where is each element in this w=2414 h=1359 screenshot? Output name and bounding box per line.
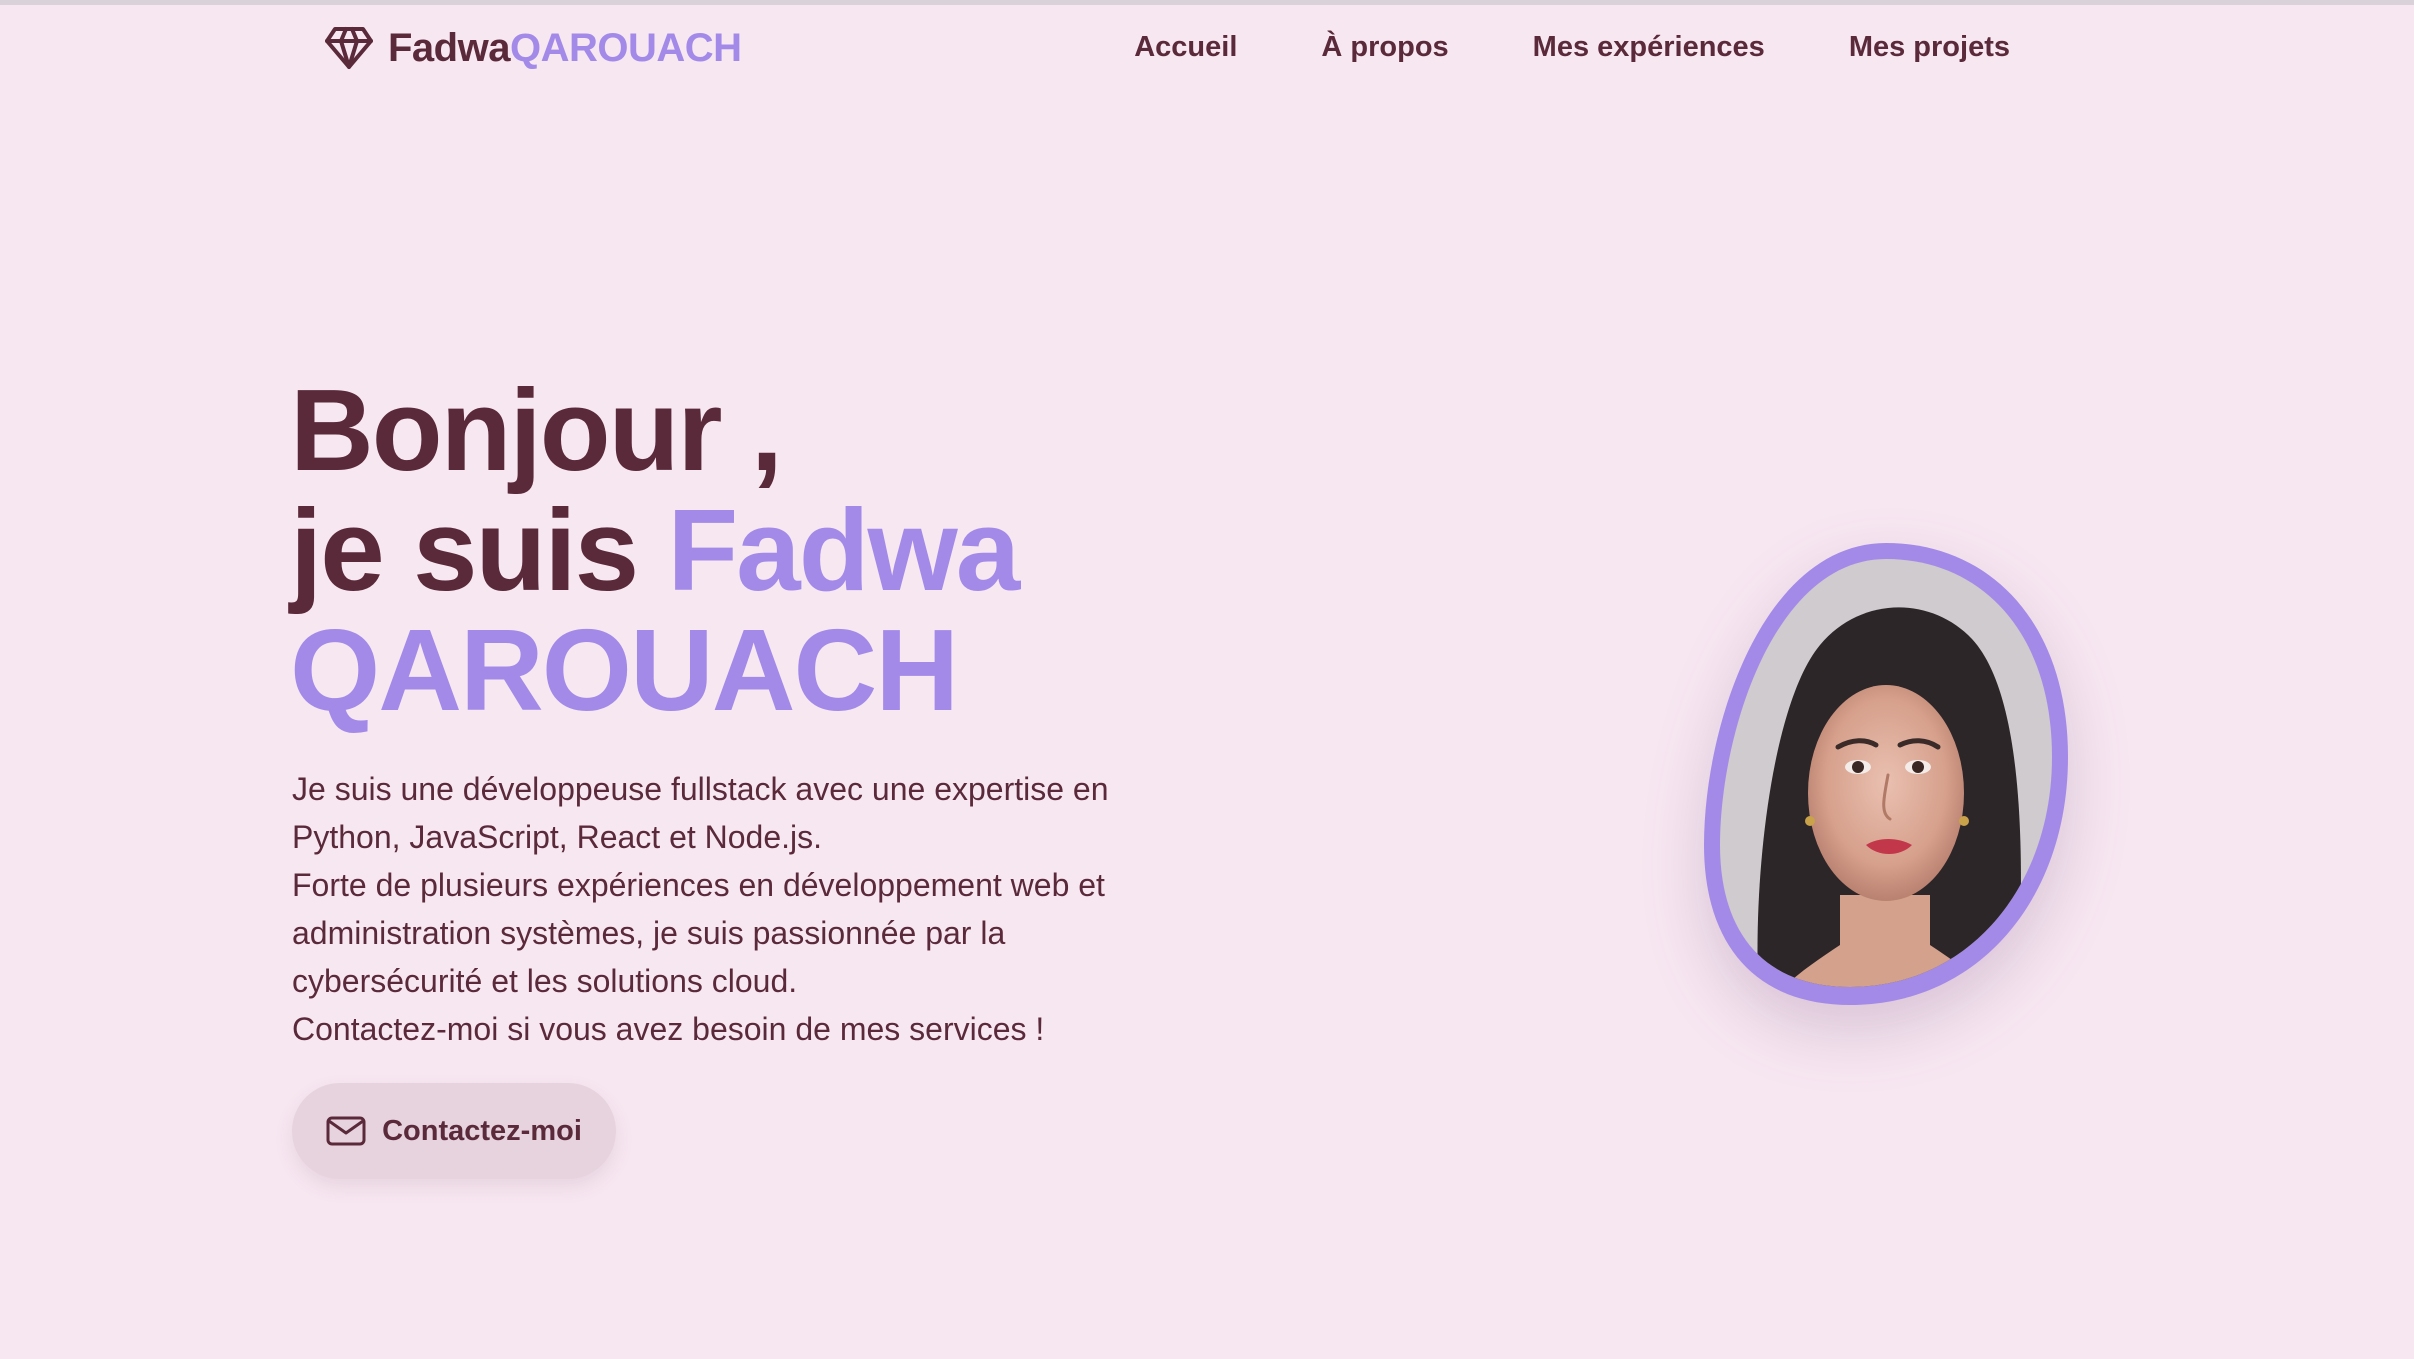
portrait-photo	[1690, 535, 2070, 1015]
nav-item-projets[interactable]: Mes projets	[1849, 31, 2010, 64]
nav-item-experiences[interactable]: Mes expériences	[1533, 31, 1765, 64]
hero-last-name: QAROUACH	[290, 605, 959, 735]
nav-item-a-propos[interactable]: À propos	[1321, 31, 1448, 64]
hero-greeting: Bonjour ,	[290, 365, 783, 495]
nav-item-accueil[interactable]: Accueil	[1134, 31, 1237, 64]
contact-button-label: Contactez-moi	[382, 1114, 582, 1147]
hero-first-name: Fadwa	[667, 485, 1020, 615]
bio-paragraph: Contactez-moi si vous avez besoin de mes…	[292, 1011, 1045, 1047]
bio-paragraph: Je suis une développeuse fullstack avec …	[292, 771, 1109, 855]
brand-last-name: QAROUACH	[509, 26, 742, 70]
hero-intro-line: je suis Fadwa	[290, 490, 1020, 610]
diamond-icon	[324, 25, 374, 71]
main-nav: Accueil À propos Mes expériences Mes pro…	[1134, 31, 2010, 64]
brand-name: FadwaQAROUACH	[388, 28, 742, 68]
mail-icon	[326, 1116, 366, 1146]
bio-paragraph: Forte de plusieurs expériences en dévelo…	[292, 867, 1105, 999]
brand-first-name: Fadwa	[388, 26, 510, 70]
brand-logo-link[interactable]: FadwaQAROUACH	[324, 25, 742, 71]
page: FadwaQAROUACH Accueil À propos Mes expér…	[0, 0, 2414, 1359]
hero-intro: je suis	[290, 485, 639, 615]
hero-title: Bonjour , je suis Fadwa QAROUACH	[290, 365, 1020, 735]
contact-button[interactable]: Contactez-moi	[292, 1083, 616, 1179]
site-header: FadwaQAROUACH Accueil À propos Mes expér…	[0, 5, 2414, 95]
hero-bio: Je suis une développeuse fullstack avec …	[292, 765, 1172, 1053]
